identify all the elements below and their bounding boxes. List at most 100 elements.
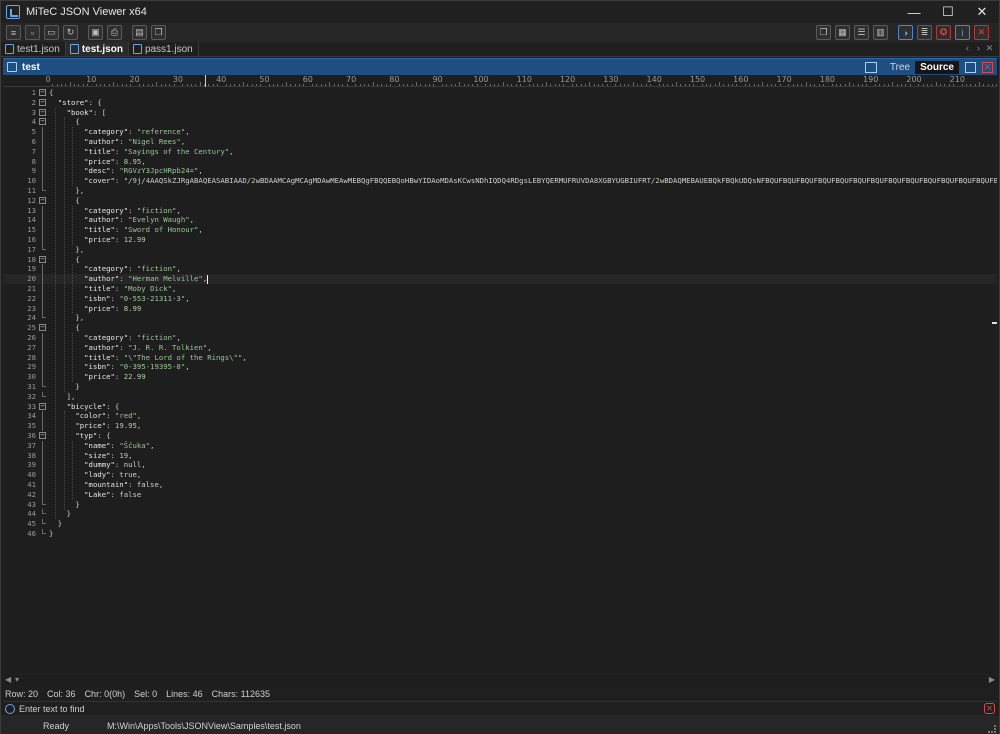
- fold-toggle-icon[interactable]: −: [39, 196, 46, 204]
- code-line[interactable]: 42 "Lake": false: [3, 489, 997, 500]
- code-line[interactable]: 45 }: [3, 519, 997, 529]
- fold-toggle-icon[interactable]: −: [39, 255, 46, 263]
- code-line[interactable]: 39 "dummy": null,: [3, 460, 997, 471]
- scroll-left-icon[interactable]: ◀: [5, 675, 11, 684]
- tab-pass1-json[interactable]: pass1.json: [129, 42, 199, 56]
- info-icon[interactable]: i: [955, 25, 970, 40]
- code-line[interactable]: 37 "name": "Ščuka",: [3, 440, 997, 451]
- exit-icon[interactable]: ✕: [974, 25, 989, 40]
- code-line[interactable]: 28 "title": "\"The Lord of the Rings\"",: [3, 352, 997, 363]
- code-line[interactable]: 17 },: [3, 244, 997, 255]
- code-line[interactable]: 12− {: [3, 196, 997, 206]
- code-line[interactable]: 15 "title": "Sword of Honour",: [3, 225, 997, 235]
- tile-horizontal-icon[interactable]: ☰: [854, 25, 869, 40]
- code-line[interactable]: 35 "price": 19.95,: [3, 421, 997, 431]
- fold-toggle-icon[interactable]: −: [39, 402, 46, 410]
- close-button[interactable]: ✕: [965, 1, 999, 23]
- ruler-tick: [732, 84, 734, 86]
- code-line[interactable]: 5 "category": "reference",: [3, 127, 997, 137]
- code-line[interactable]: 7 "title": "Sayings of the Century",: [3, 146, 997, 157]
- print-icon[interactable]: ⎙: [107, 25, 122, 40]
- code-line[interactable]: 46}: [3, 529, 997, 539]
- ruler-label: 10: [86, 75, 97, 84]
- ruler-tick: [468, 84, 469, 86]
- code-line[interactable]: 3− "book": [: [3, 108, 997, 118]
- export-icon[interactable]: ▤: [132, 25, 147, 40]
- code-line[interactable]: 26 "category": "fiction",: [3, 333, 997, 343]
- copy-icon[interactable]: ❐: [151, 25, 166, 40]
- save-icon[interactable]: ▣: [88, 25, 103, 40]
- maximize-button[interactable]: ☐: [931, 1, 965, 23]
- grid-icon[interactable]: ▦: [835, 25, 850, 40]
- tab-close-button[interactable]: ✕: [984, 43, 995, 54]
- theme-icon[interactable]: ◑: [898, 25, 913, 40]
- code-line[interactable]: 22 "isbn": "0-553-21311-3",: [3, 293, 997, 304]
- find-input[interactable]: Enter text to find: [19, 704, 85, 714]
- code-line[interactable]: 44 }: [3, 509, 997, 519]
- close-document-icon[interactable]: ✕: [982, 61, 993, 73]
- ruler-tick: [823, 84, 825, 86]
- fold-toggle-icon[interactable]: −: [39, 324, 46, 332]
- tile-vertical-icon[interactable]: ▥: [873, 25, 888, 40]
- code-line[interactable]: 32 ],: [3, 391, 997, 402]
- settings-icon[interactable]: ≣: [917, 25, 932, 40]
- tab-prev-button[interactable]: ‹: [962, 43, 973, 54]
- scroll-menu-icon[interactable]: ▾: [15, 675, 19, 684]
- edit-icon[interactable]: [864, 61, 877, 73]
- fold-toggle-icon[interactable]: −: [39, 98, 46, 106]
- code-line[interactable]: 11 },: [3, 186, 997, 196]
- code-line[interactable]: 1−{: [3, 88, 997, 98]
- code-line[interactable]: 16 "price": 12.99: [3, 235, 997, 245]
- code-line[interactable]: 23 "price": 8.99: [3, 303, 997, 314]
- code-line[interactable]: 38 "size": 19,: [3, 450, 997, 461]
- code-line[interactable]: 10 "cover": "/9j/4AAQSkZJRgABAQEASABIAAD…: [3, 176, 997, 186]
- clear-find-icon[interactable]: ✕: [984, 703, 995, 714]
- code-line[interactable]: 36− "typ": {: [3, 431, 997, 441]
- source-editor[interactable]: 1−{2− "store": {3− "book": [4− {5 "categ…: [3, 88, 997, 673]
- scroll-right-icon[interactable]: ▶: [989, 675, 995, 684]
- refresh-icon[interactable]: ↻: [63, 25, 78, 40]
- tab-next-button[interactable]: ›: [973, 43, 984, 54]
- cascade-icon[interactable]: ❐: [816, 25, 831, 40]
- code-line[interactable]: 9 "desc": "RGVzY3JpcHRpb24=",: [3, 166, 997, 177]
- fold-toggle-icon[interactable]: −: [39, 108, 46, 116]
- code-line[interactable]: 21 "title": "Moby Dick",: [3, 284, 997, 294]
- open-folder-icon[interactable]: ▭: [44, 25, 59, 40]
- code-line[interactable]: 30 "price": 22.99: [3, 372, 997, 382]
- code-line[interactable]: 18− {: [3, 255, 997, 265]
- menu-icon[interactable]: ≡: [6, 25, 21, 40]
- code-line[interactable]: 41 "mountain": false,: [3, 480, 997, 490]
- code-line[interactable]: 20 "author": "Herman Melville",: [3, 274, 997, 284]
- code-line[interactable]: 27 "author": "J. R. R. Tolkien",: [3, 342, 997, 353]
- badge-icon[interactable]: ✪: [936, 25, 951, 40]
- new-file-icon[interactable]: ▫: [25, 25, 40, 40]
- code-line[interactable]: 13 "category": "fiction",: [3, 205, 997, 216]
- code-line[interactable]: 4− {: [3, 117, 997, 127]
- horizontal-scrollbar[interactable]: ◀ ▾ ▶: [3, 675, 997, 685]
- resize-grip-icon[interactable]: [988, 725, 996, 733]
- code-line[interactable]: 6 "author": "Nigel Rees",: [3, 137, 997, 147]
- tab-test1-json[interactable]: test1.json: [1, 42, 66, 56]
- fold-toggle-icon[interactable]: −: [39, 432, 46, 439]
- code-line[interactable]: 25− {: [3, 323, 997, 333]
- minimize-button[interactable]: —: [897, 1, 931, 23]
- tree-view-button[interactable]: Tree: [885, 61, 915, 74]
- code-line[interactable]: 43 }: [3, 499, 997, 510]
- source-view-button[interactable]: Source: [915, 60, 959, 74]
- code-line[interactable]: 34 "color": "red",: [3, 411, 997, 422]
- code-line[interactable]: 33− "bicycle": {: [3, 402, 997, 412]
- code-line[interactable]: 31 }: [3, 382, 997, 392]
- code-line[interactable]: 8 "price": 8.95,: [3, 156, 997, 167]
- code-line[interactable]: 24 },: [3, 313, 997, 323]
- code-line[interactable]: 2− "store": {: [3, 98, 997, 108]
- tab-test-json[interactable]: test.json: [65, 42, 129, 56]
- fold-toggle-icon[interactable]: −: [39, 118, 46, 126]
- maximize-document-icon[interactable]: [965, 61, 976, 73]
- code-line[interactable]: 29 "isbn": "0-395-19395-8",: [3, 362, 997, 373]
- ruler-label: 90: [432, 75, 443, 84]
- fold-toggle-icon[interactable]: −: [39, 89, 46, 96]
- ruler-tick: [450, 84, 452, 86]
- code-line[interactable]: 40 "lady": true,: [3, 470, 997, 480]
- code-line[interactable]: 19 "category": "fiction",: [3, 264, 997, 275]
- code-line[interactable]: 14 "author": "Evelyn Waugh",: [3, 215, 997, 226]
